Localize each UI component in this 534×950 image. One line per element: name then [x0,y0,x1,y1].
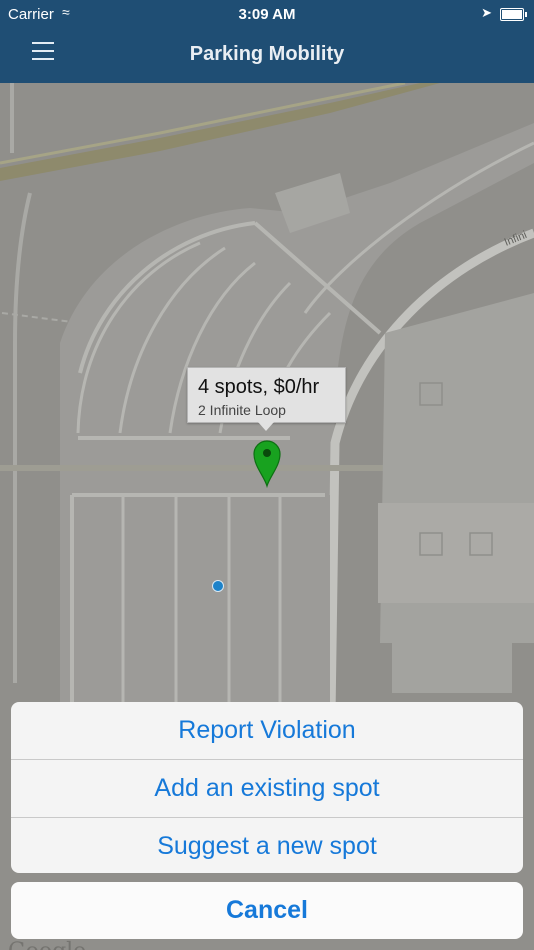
cancel-button[interactable]: Cancel [11,882,523,939]
callout-subtitle: 2 Infinite Loop [198,402,286,418]
battery-icon [500,8,527,21]
location-arrow-icon: ➤ [481,5,492,20]
report-violation-button[interactable]: Report Violation [11,702,523,760]
callout-title: 4 spots, $0/hr [198,376,320,398]
clock-time: 3:09 AM [238,6,296,23]
map-pin-icon[interactable] [252,438,282,489]
navigation-bar: Parking Mobility [0,28,534,83]
page-title: Parking Mobility [189,43,345,65]
action-sheet: Report Violation Add an existing spot Su… [11,702,523,873]
user-location-icon [212,580,224,592]
add-existing-spot-button[interactable]: Add an existing spot [11,760,523,818]
status-bar: Carrier ≈ 3:09 AM ➤ [0,0,534,28]
map-attribution: Google [8,939,86,950]
parking-callout[interactable]: 4 spots, $0/hr 2 Infinite Loop [187,367,346,431]
suggest-new-spot-button[interactable]: Suggest a new spot [11,818,523,873]
